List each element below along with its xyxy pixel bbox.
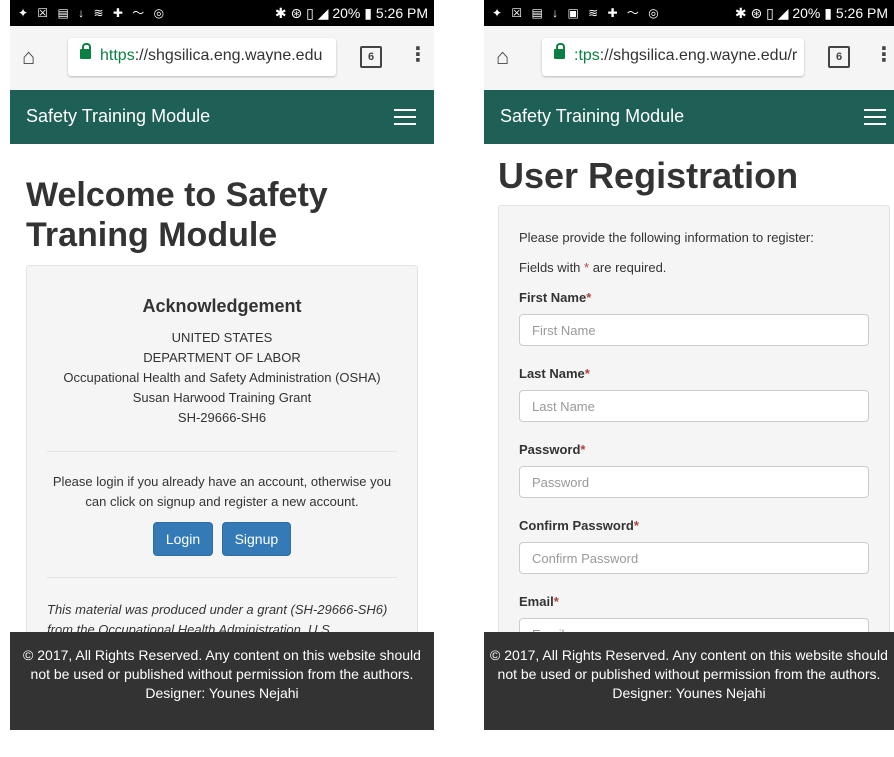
first-name-input[interactable]: First Name bbox=[519, 314, 869, 346]
left-phone-screen: ✦ ☒ ▤ ↓ ≋ ✚ 〜 ◎ ✱ ⊛ ▯ ◢ 20% ▮ 5:26 PM ⌂ … bbox=[10, 0, 434, 730]
field-label-first-name: First Name* bbox=[519, 290, 592, 305]
status-bar: ✦ ☒ ▤ ↓ ≋ ✚ 〜 ◎ ✱ ⊛ ▯ ◢ 20% ▮ 5:26 PM bbox=[10, 0, 434, 26]
home-icon[interactable]: ⌂ bbox=[496, 44, 509, 70]
registration-panel: Please provide the following information… bbox=[498, 205, 890, 650]
navbar-brand[interactable]: Safety Training Module bbox=[26, 106, 210, 127]
welcome-panel: Acknowledgement UNITED STATES DEPARTMENT… bbox=[26, 265, 418, 667]
notification-icons: ✦ ☒ ▤ ↓ ▣ ≋ ✚ 〜 ◎ bbox=[492, 6, 662, 20]
confirm-password-input[interactable]: Confirm Password bbox=[519, 542, 869, 574]
url-text: https://shgsilica.eng.wayne.edu bbox=[100, 47, 323, 64]
page-title: User Registration bbox=[498, 155, 799, 196]
hamburger-menu-icon[interactable] bbox=[864, 109, 886, 125]
login-button[interactable]: Login bbox=[152, 522, 214, 556]
copyright-text: © 2017, All Rights Reserved. Any content… bbox=[490, 647, 888, 682]
overflow-menu-icon[interactable]: ⋮ bbox=[408, 42, 428, 67]
designer-credit: Designer: Younes Nejahi bbox=[145, 685, 299, 701]
address-bar[interactable]: https://shgsilica.eng.wayne.edu bbox=[68, 38, 336, 76]
copyright-text: © 2017, All Rights Reserved. Any content… bbox=[23, 647, 421, 682]
last-name-input[interactable]: Last Name bbox=[519, 390, 869, 422]
acknowledgement-heading: Acknowledgement bbox=[142, 296, 302, 316]
signup-button[interactable]: Signup bbox=[221, 522, 292, 556]
hamburger-menu-icon[interactable] bbox=[394, 109, 416, 125]
site-footer: © 2017, All Rights Reserved. Any content… bbox=[484, 632, 894, 730]
home-icon[interactable]: ⌂ bbox=[22, 44, 35, 70]
field-label-password: Password* bbox=[519, 442, 586, 457]
page-title: Welcome to Safety Traning Module bbox=[26, 176, 328, 254]
status-bar: ✦ ☒ ▤ ↓ ▣ ≋ ✚ 〜 ◎ ✱ ⊛ ▯ ◢ 20% ▮ 5:26 PM bbox=[484, 0, 894, 26]
site-navbar: Safety Training Module bbox=[10, 90, 434, 144]
designer-credit: Designer: Younes Nejahi bbox=[612, 685, 766, 701]
browser-toolbar: ⌂ https://shgsilica.eng.wayne.edu 6 ⋮ bbox=[10, 26, 434, 91]
tab-switcher-button[interactable]: 6 bbox=[828, 46, 850, 68]
lock-icon bbox=[554, 43, 565, 59]
url-text: :tps://shgsilica.eng.wayne.edu/r bbox=[574, 47, 798, 64]
tab-switcher-button[interactable]: 6 bbox=[360, 46, 382, 68]
login-instructions: Please login if you already have an acco… bbox=[52, 474, 392, 509]
overflow-menu-icon[interactable]: ⋮ bbox=[874, 42, 894, 67]
lock-icon bbox=[80, 43, 91, 59]
acknowledgement-text: UNITED STATES DEPARTMENT OF LABOR Occupa… bbox=[63, 330, 381, 425]
required-note: Fields with * are required. bbox=[519, 260, 667, 275]
notification-icons: ✦ ☒ ▤ ↓ ≋ ✚ 〜 ◎ bbox=[18, 6, 168, 20]
address-bar[interactable]: :tps://shgsilica.eng.wayne.edu/r bbox=[542, 38, 804, 76]
site-footer: © 2017, All Rights Reserved. Any content… bbox=[10, 632, 434, 730]
field-label-last-name: Last Name* bbox=[519, 366, 590, 381]
divider bbox=[47, 577, 397, 578]
status-right: ✱ ⊛ ▯ ◢ 20% ▮ 5:26 PM bbox=[274, 5, 428, 21]
field-label-email: Email* bbox=[519, 594, 559, 609]
divider bbox=[47, 451, 397, 452]
status-right: ✱ ⊛ ▯ ◢ 20% ▮ 5:26 PM bbox=[734, 5, 888, 21]
auth-buttons: Login Signup bbox=[27, 522, 417, 556]
registration-intro: Please provide the following information… bbox=[519, 230, 814, 245]
password-input[interactable]: Password bbox=[519, 466, 869, 498]
site-navbar: Safety Training Module bbox=[484, 90, 894, 144]
browser-toolbar: ⌂ :tps://shgsilica.eng.wayne.edu/r 6 ⋮ bbox=[484, 26, 894, 91]
field-label-confirm-password: Confirm Password* bbox=[519, 518, 639, 533]
navbar-brand[interactable]: Safety Training Module bbox=[500, 106, 684, 127]
right-phone-screen: ✦ ☒ ▤ ↓ ▣ ≋ ✚ 〜 ◎ ✱ ⊛ ▯ ◢ 20% ▮ 5:26 PM … bbox=[484, 0, 894, 730]
